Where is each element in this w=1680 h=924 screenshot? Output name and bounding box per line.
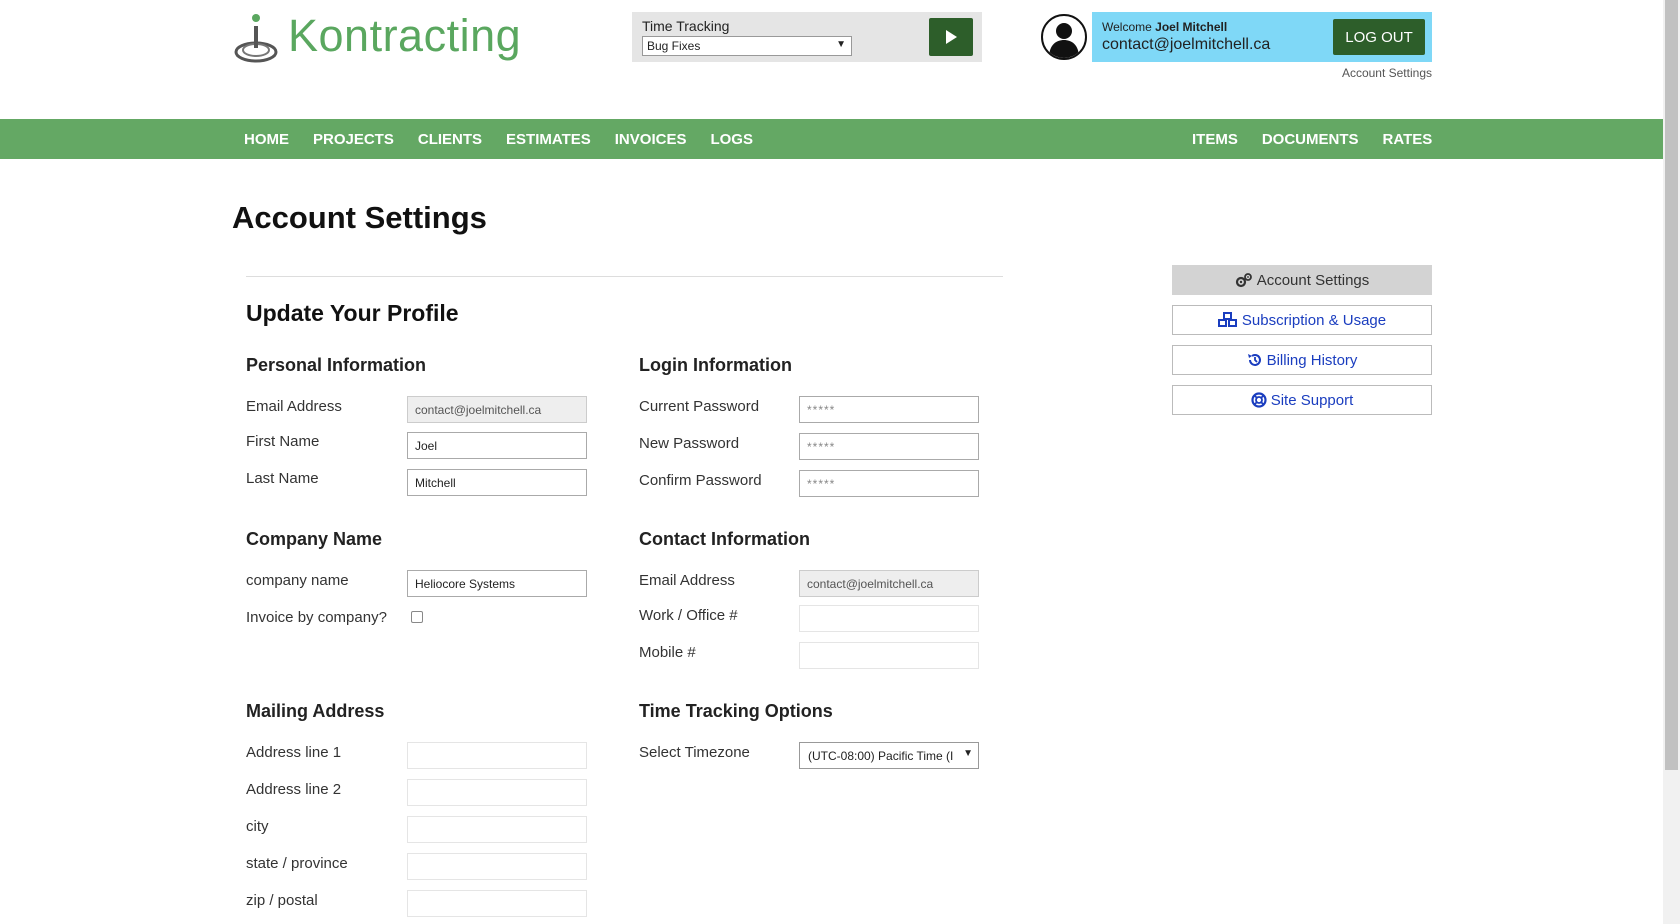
nav-item-estimates[interactable]: ESTIMATES — [494, 131, 603, 148]
company-heading: Company Name — [246, 529, 383, 549]
nav-right: ITEMS DOCUMENTS RATES — [1180, 119, 1444, 159]
invoice-by-company-label: Invoice by company? — [246, 609, 387, 626]
dropdown-arrow-icon: ▼ — [836, 39, 846, 50]
play-icon — [946, 30, 957, 44]
time-tracking-select[interactable]: Bug Fixes ▼ — [642, 36, 852, 56]
current-password-field[interactable]: ***** — [799, 396, 979, 423]
welcome-panel: Welcome Joel Mitchell contact@joelmitche… — [1092, 12, 1432, 62]
login-info-heading: Login Information — [639, 355, 792, 375]
new-password-label: New Password — [639, 435, 740, 452]
side-menu-subscription[interactable]: Subscription & Usage — [1172, 305, 1432, 335]
personal-info-heading: Personal Information — [246, 355, 427, 375]
nav-item-home[interactable]: HOME — [232, 131, 301, 148]
nav-item-clients[interactable]: CLIENTS — [406, 131, 494, 148]
time-tracking-options-heading: Time Tracking Options — [639, 701, 833, 721]
email-label: Email Address — [246, 398, 342, 415]
user-silhouette-icon — [1049, 23, 1079, 58]
contact-email-field[interactable]: contact@joelmitchell.ca — [799, 570, 979, 597]
side-menu-site-support[interactable]: Site Support — [1172, 385, 1432, 415]
nav-item-logs[interactable]: LOGS — [698, 131, 765, 148]
confirm-password-field[interactable]: ***** — [799, 470, 979, 497]
timezone-selected: (UTC-08:00) Pacific Time (I — [808, 749, 954, 763]
company-name-field[interactable]: Heliocore Systems — [407, 570, 587, 597]
user-email: contact@joelmitchell.ca — [1102, 36, 1271, 53]
brand-logo[interactable]: Kontracting — [232, 10, 522, 64]
brand-name: Kontracting — [288, 10, 522, 61]
work-phone-label: Work / Office # — [639, 607, 738, 624]
divider — [246, 276, 1003, 277]
city-label: city — [246, 818, 269, 835]
time-tracking-selected: Bug Fixes — [647, 39, 701, 53]
state-label: state / province — [246, 855, 348, 872]
side-menu-site-support-label: Site Support — [1270, 391, 1354, 409]
address-line1-label: Address line 1 — [246, 744, 342, 761]
mobile-label: Mobile # — [639, 644, 696, 661]
contact-email-label: Email Address — [639, 572, 735, 589]
current-password-label: Current Password — [639, 398, 760, 415]
page-title: Account Settings — [232, 200, 487, 235]
page-scrollbar[interactable] — [1663, 0, 1680, 924]
address-line2-label: Address line 2 — [246, 781, 342, 798]
avatar — [1041, 14, 1087, 60]
mailing-address-heading: Mailing Address — [246, 701, 385, 721]
life-ring-icon — [1251, 392, 1267, 408]
confirm-password-label: Confirm Password — [639, 472, 762, 489]
new-password-field[interactable]: ***** — [799, 433, 979, 460]
time-tracking-widget: Time Tracking Bug Fixes ▼ — [632, 12, 982, 62]
first-name-label: First Name — [246, 433, 320, 450]
address-line1-field[interactable] — [407, 742, 587, 769]
start-timer-button[interactable] — [929, 18, 973, 56]
gears-icon — [1235, 272, 1253, 288]
dropdown-arrow-icon: ▼ — [963, 748, 973, 759]
account-settings-link[interactable]: Account Settings — [1342, 66, 1432, 80]
history-icon — [1247, 352, 1263, 368]
address-line2-field[interactable] — [407, 779, 587, 806]
cubes-icon — [1217, 312, 1238, 328]
timezone-select[interactable]: (UTC-08:00) Pacific Time (I ▼ — [799, 742, 979, 769]
email-field[interactable]: contact@joelmitchell.ca — [407, 396, 587, 423]
side-menu-account-settings-label: Account Settings — [1256, 271, 1370, 289]
company-name-label: company name — [246, 572, 349, 589]
work-phone-field[interactable] — [799, 605, 979, 632]
nav-item-invoices[interactable]: INVOICES — [603, 131, 699, 148]
zip-label: zip / postal — [246, 892, 318, 909]
side-menu-billing-history-label: Billing History — [1266, 351, 1358, 369]
welcome-line: Welcome Joel Mitchell — [1102, 20, 1227, 34]
user-name: Joel Mitchell — [1155, 20, 1228, 34]
nav-item-projects[interactable]: PROJECTS — [301, 131, 406, 148]
contact-info-heading: Contact Information — [639, 529, 810, 549]
state-field[interactable] — [407, 853, 587, 880]
side-menu-account-settings[interactable]: Account Settings — [1172, 265, 1432, 295]
mobile-field[interactable] — [799, 642, 979, 669]
invoice-by-company-checkbox[interactable] — [411, 611, 423, 623]
nav-left: HOME PROJECTS CLIENTS ESTIMATES INVOICES… — [232, 119, 765, 159]
city-field[interactable] — [407, 816, 587, 843]
section-title: Update Your Profile — [246, 300, 459, 326]
first-name-field[interactable]: Joel — [407, 432, 587, 459]
side-menu-billing-history[interactable]: Billing History — [1172, 345, 1432, 375]
nav-item-documents[interactable]: DOCUMENTS — [1250, 131, 1371, 148]
side-menu-subscription-label: Subscription & Usage — [1241, 311, 1387, 329]
time-tracking-label: Time Tracking — [642, 18, 730, 34]
logo-icon — [232, 12, 284, 64]
logout-button[interactable]: LOG OUT — [1333, 19, 1425, 55]
last-name-field[interactable]: Mitchell — [407, 469, 587, 496]
nav-item-items[interactable]: ITEMS — [1180, 131, 1250, 148]
main-nav: HOME PROJECTS CLIENTS ESTIMATES INVOICES… — [0, 119, 1663, 159]
last-name-label: Last Name — [246, 470, 319, 487]
zip-field[interactable] — [407, 890, 587, 917]
nav-item-rates[interactable]: RATES — [1371, 131, 1445, 148]
scrollbar-thumb[interactable] — [1665, 0, 1678, 770]
timezone-label: Select Timezone — [639, 744, 750, 761]
welcome-prefix: Welcome — [1102, 20, 1152, 34]
